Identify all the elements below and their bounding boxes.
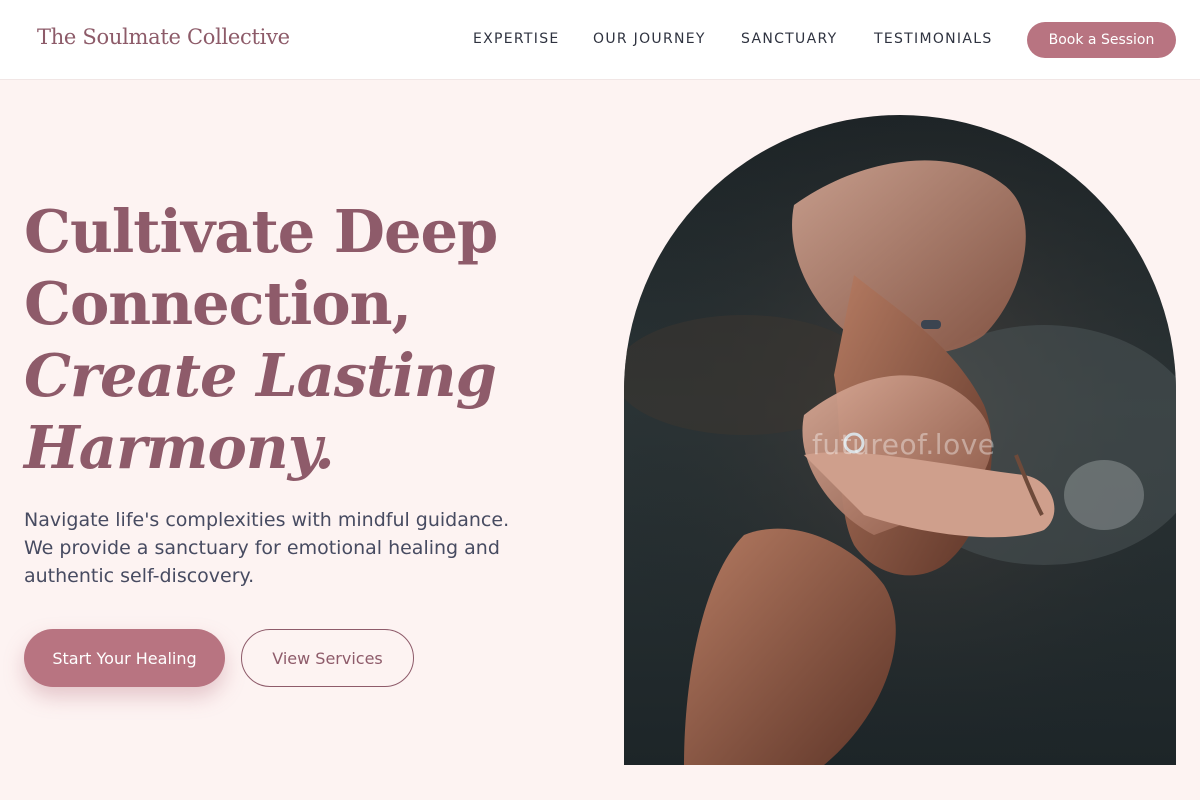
brand-logo[interactable]: The Soulmate Collective: [37, 25, 290, 49]
view-services-button[interactable]: View Services: [241, 629, 414, 687]
book-session-button[interactable]: Book a Session: [1027, 22, 1176, 58]
hero-title-line: Create Lasting: [24, 341, 497, 410]
start-healing-button[interactable]: Start Your Healing: [24, 629, 225, 687]
site-header: The Soulmate Collective EXPERTISE OUR JO…: [0, 0, 1200, 80]
hero-title-line: Harmony.: [24, 413, 335, 482]
hero-title: Cultivate Deep Connection, Create Lastin…: [24, 196, 584, 484]
nav-link-expertise[interactable]: EXPERTISE: [473, 31, 560, 47]
nav-link-testimonials[interactable]: TESTIMONIALS: [874, 31, 993, 47]
hero-title-line: Connection,: [24, 269, 412, 338]
nav-link-sanctuary[interactable]: SANCTUARY: [741, 31, 837, 47]
hero-title-line: Cultivate Deep: [24, 197, 498, 266]
image-watermark: futureof.love: [812, 428, 996, 461]
hero-description: Navigate life's complexities with mindfu…: [24, 509, 510, 587]
nav-link-our-journey[interactable]: OUR JOURNEY: [593, 31, 706, 47]
